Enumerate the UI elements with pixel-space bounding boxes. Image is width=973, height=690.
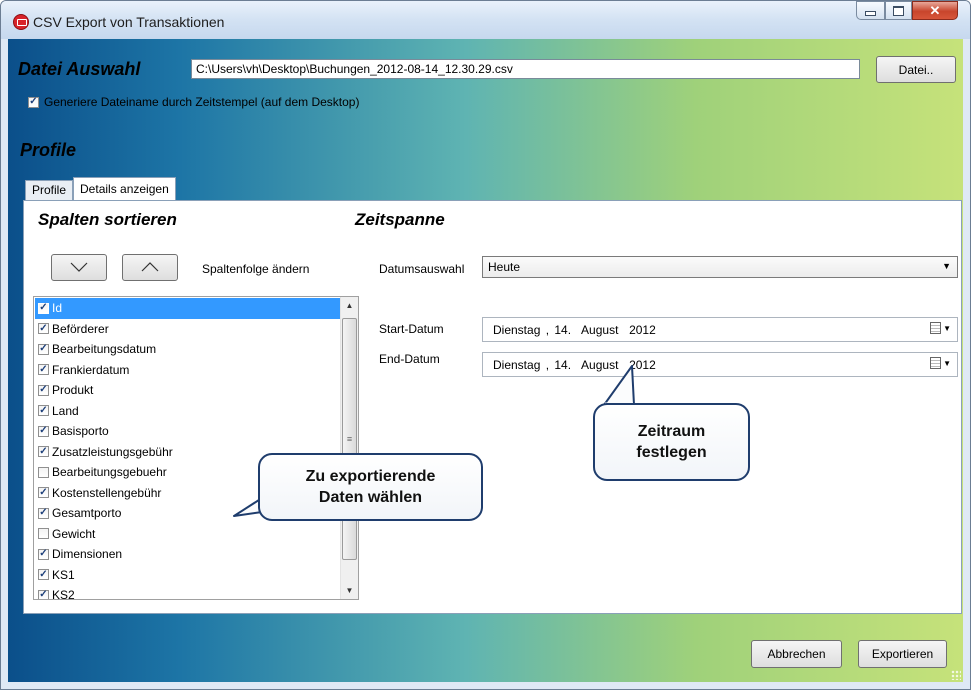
- column-checkbox[interactable]: ✓: [38, 343, 49, 355]
- scroll-up-arrow[interactable]: ▲: [341, 297, 358, 314]
- column-checkbox[interactable]: ✓: [38, 487, 49, 499]
- export-button[interactable]: Exportieren: [858, 640, 947, 668]
- callout-columns-line2: Daten wählen: [318, 489, 423, 506]
- column-checkbox[interactable]: ✓: [38, 405, 49, 417]
- start-date-label: Start-Datum: [379, 322, 444, 336]
- column-label: Bearbeitungsgebuehr: [52, 465, 167, 480]
- choose-file-button[interactable]: Datei..: [876, 56, 956, 83]
- list-item[interactable]: ✓ Frankierdatum: [35, 360, 342, 381]
- list-item[interactable]: ✓ Land: [35, 401, 342, 422]
- maximize-icon: [893, 5, 904, 16]
- date-selection-dropdown[interactable]: Heute ▼: [482, 256, 958, 278]
- generate-filename-option[interactable]: ✓ Generiere Dateiname durch Zeitstempel …: [28, 95, 359, 109]
- scroll-down-arrow[interactable]: ▼: [341, 582, 358, 599]
- columns-list: ✓ Id ✓ Beförderer ✓ Bearbeitungsdatum ✓ Frankie…: [35, 298, 342, 600]
- start-date-value: Dienstag , 14. August 2012: [493, 323, 656, 337]
- maximize-button[interactable]: [885, 1, 912, 20]
- calendar-icon[interactable]: ▼: [930, 357, 951, 369]
- timespan-heading: Zeitspanne: [355, 210, 445, 229]
- details-panel: Spalten sortieren Zeitspanne Spaltenfolg…: [23, 200, 962, 614]
- callout-timespan: Zeitraum festlegen: [593, 403, 750, 481]
- callout-tail-timespan: [603, 365, 635, 406]
- tab-details[interactable]: Details anzeigen: [73, 177, 176, 202]
- list-item[interactable]: ✓ Beförderer: [35, 319, 342, 340]
- column-checkbox[interactable]: ✓: [38, 569, 49, 581]
- end-date-picker[interactable]: Dienstag , 14. August 2012 ▼: [482, 352, 958, 377]
- dialog-body: Datei Auswahl C:\Users\vh\Desktop\Buchun…: [8, 39, 963, 682]
- column-label: Beförderer: [52, 321, 109, 336]
- export-window: CSV Export von Transaktionen ✕ Datei Aus…: [0, 0, 971, 690]
- list-item[interactable]: Gewicht: [35, 524, 342, 545]
- callout-timespan-line1: Zeitraum: [637, 423, 706, 440]
- start-date-picker[interactable]: Dienstag , 14. August 2012 ▼: [482, 317, 958, 342]
- close-button[interactable]: ✕: [912, 1, 958, 20]
- profile-heading: Profile: [20, 140, 77, 160]
- sort-columns-heading: Spalten sortieren: [38, 210, 177, 229]
- column-checkbox[interactable]: ✓: [38, 589, 49, 599]
- minimize-button[interactable]: [856, 1, 885, 20]
- column-checkbox[interactable]: ✓: [38, 548, 49, 560]
- minimize-icon: [865, 11, 876, 16]
- column-label: Kostenstellengebühr: [52, 485, 162, 500]
- move-up-button[interactable]: [122, 254, 178, 281]
- file-path-input[interactable]: C:\Users\vh\Desktop\Buchungen_2012-08-14…: [191, 59, 860, 79]
- list-item[interactable]: ✓ Id: [35, 298, 342, 319]
- callout-columns-line1: Zu exportierende: [305, 468, 436, 485]
- column-checkbox[interactable]: ✓: [38, 302, 49, 314]
- column-checkbox[interactable]: ✓: [38, 384, 49, 396]
- title-bar[interactable]: CSV Export von Transaktionen ✕: [1, 1, 970, 39]
- move-down-button[interactable]: [51, 254, 107, 281]
- column-label: Gewicht: [52, 526, 96, 541]
- list-item[interactable]: ✓ KS2: [35, 585, 342, 600]
- chevron-down-icon: [70, 261, 88, 275]
- columns-listbox[interactable]: ✓ Id ✓ Beförderer ✓ Bearbeitungsdatum ✓ Frankie…: [33, 296, 359, 600]
- list-item[interactable]: ✓ Dimensionen: [35, 544, 342, 565]
- tab-profile[interactable]: Profile: [25, 180, 74, 201]
- column-checkbox[interactable]: [38, 466, 49, 478]
- column-order-label: Spaltenfolge ändern: [202, 262, 310, 276]
- column-label: KS1: [52, 567, 75, 582]
- list-item[interactable]: ✓ Bearbeitungsdatum: [35, 339, 342, 360]
- list-item[interactable]: ✓ Produkt: [35, 380, 342, 401]
- column-checkbox[interactable]: ✓: [38, 425, 49, 437]
- callout-columns: Zu exportierende Daten wählen: [258, 453, 483, 521]
- list-item[interactable]: ✓ Basisporto: [35, 421, 342, 442]
- column-checkbox[interactable]: [38, 528, 49, 540]
- column-label: Dimensionen: [52, 547, 123, 562]
- column-checkbox[interactable]: ✓: [38, 364, 49, 376]
- file-section-label: Datei Auswahl: [18, 59, 141, 79]
- close-icon: ✕: [929, 2, 941, 18]
- column-label: Zusatzleistungsgebühr: [52, 444, 173, 459]
- list-scrollbar[interactable]: ▲ ≡ ▼: [340, 297, 358, 599]
- column-checkbox[interactable]: ✓: [38, 446, 49, 458]
- column-label: KS2: [52, 588, 75, 600]
- calendar-icon[interactable]: ▼: [930, 322, 951, 334]
- column-label: Basisporto: [52, 424, 109, 439]
- date-selection-value: Heute: [488, 260, 521, 274]
- column-checkbox[interactable]: ✓: [38, 507, 49, 519]
- dropdown-arrow-icon: ▼: [942, 261, 951, 271]
- column-label: Gesamtporto: [52, 506, 122, 521]
- column-label: Frankierdatum: [52, 362, 130, 377]
- date-selection-label: Datumsauswahl: [379, 262, 465, 276]
- column-label: Produkt: [52, 383, 94, 398]
- chevron-up-icon: [141, 261, 159, 275]
- scroll-thumb[interactable]: ≡: [342, 318, 357, 560]
- resize-grip[interactable]: [951, 670, 961, 680]
- column-label: Id: [52, 301, 63, 316]
- generate-filename-label: Generiere Dateiname durch Zeitstempel (a…: [44, 95, 360, 109]
- app-mail-icon: [13, 14, 29, 30]
- cancel-button[interactable]: Abbrechen: [751, 640, 842, 668]
- end-date-label: End-Datum: [379, 352, 440, 366]
- generate-filename-checkbox[interactable]: ✓: [28, 96, 39, 108]
- list-item[interactable]: ✓ KS1: [35, 565, 342, 586]
- column-label: Land: [52, 403, 79, 418]
- column-label: Bearbeitungsdatum: [52, 342, 157, 357]
- callout-timespan-line2: festlegen: [636, 444, 707, 461]
- window-title: CSV Export von Transaktionen: [33, 14, 225, 30]
- profile-tabs: Profile Details anzeigen: [25, 175, 176, 202]
- column-checkbox[interactable]: ✓: [38, 323, 49, 335]
